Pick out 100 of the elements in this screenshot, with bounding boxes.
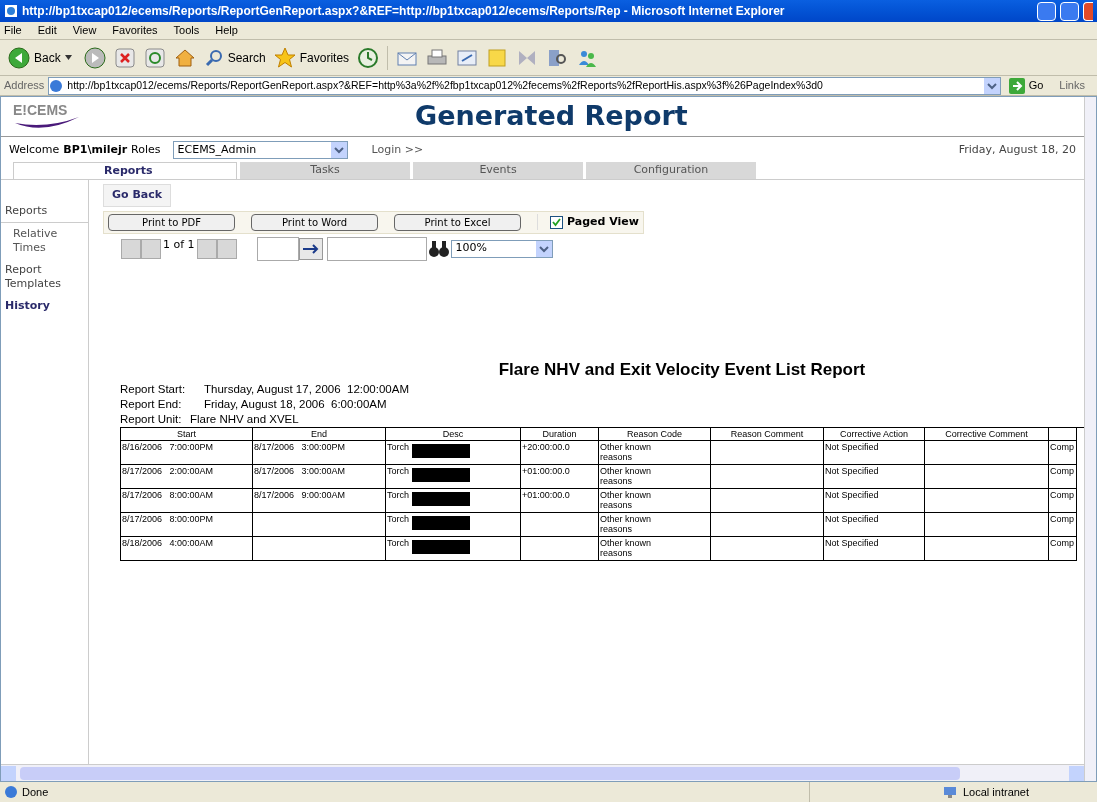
go-back-button[interactable]: Go Back (103, 184, 172, 207)
network-icon (943, 785, 959, 799)
info-value: Flare NHV and XVEL (190, 412, 299, 427)
table-cell: Other known reasons (599, 465, 711, 489)
caret-icon (64, 55, 72, 60)
redacted-block (412, 468, 470, 482)
table-cell: Not Specified (824, 465, 925, 489)
table-cell: Other known reasons (599, 537, 711, 561)
close-button[interactable] (1083, 1, 1093, 21)
stop-icon[interactable] (113, 46, 136, 69)
cell-text: Torch (387, 538, 409, 548)
table-cell: 8/17/2006 3:00:00AM (253, 465, 386, 489)
report-title: Flare NHV and Exit Velocity Event List Report (498, 358, 866, 381)
menu-item[interactable]: Tools (173, 22, 200, 39)
table-cell: Not Specified (824, 513, 925, 537)
menu-item[interactable]: File (4, 22, 22, 39)
tab[interactable]: Events (413, 162, 583, 179)
menu-item[interactable]: View (72, 22, 97, 39)
table-cell: 8/17/2006 9:00:00AM (253, 489, 386, 513)
menu-item[interactable]: Help (215, 22, 238, 39)
table-cell: Other known reasons (599, 441, 711, 465)
tab[interactable]: Configuration (586, 162, 756, 179)
find-field[interactable] (326, 236, 427, 261)
redacted-block (412, 540, 470, 554)
page-title: Generated Report (415, 99, 688, 134)
table-cell: 8/18/2006 4:00:00AM (121, 537, 253, 561)
minimize-button[interactable] (1037, 1, 1056, 21)
go-button[interactable]: Go (1004, 77, 1048, 94)
table-cell: 8/17/2006 8:00:00AM (121, 489, 253, 513)
column-header: Desc (386, 428, 521, 441)
print-button[interactable]: Print to PDF (108, 213, 235, 231)
welcome-label: Welcome (9, 141, 60, 158)
links-button[interactable]: Links (1051, 77, 1093, 94)
table-cell: +01:00:00.0 (521, 489, 599, 513)
column-header: Corrective Action (824, 428, 925, 441)
address-field[interactable]: http://bp1txcap012/ecems/Reports/ReportGenReport.aspx?&REF=http%3a%2f%2fbp1txcap012%2fecems%2fReports%2fReportHis.aspx%3f%26PageIndex%3d0 (48, 76, 1001, 95)
tab[interactable]: Reports (13, 162, 237, 179)
column-header: Corrective Comment (925, 428, 1049, 441)
back-button[interactable]: Back (4, 46, 76, 69)
cell-text: Torch (387, 466, 409, 476)
sidebar-item[interactable]: Report Templates (1, 259, 88, 295)
sidebar-item[interactable]: Reports (1, 200, 88, 223)
date-text: Friday, August 18, 20 (958, 141, 1076, 158)
sidebar-item[interactable]: Relative Times (1, 223, 88, 259)
column-header: Reason Comment (711, 428, 824, 441)
check-icon (552, 217, 561, 227)
print-button[interactable]: Print to Excel (394, 213, 521, 231)
roles-select[interactable]: ECEMS_Admin (172, 141, 348, 159)
note-icon[interactable] (486, 46, 509, 69)
page-number-field[interactable] (256, 236, 299, 261)
table-cell: +01:00:00.0 (521, 465, 599, 489)
status-text: Done (22, 784, 50, 800)
search-icon (203, 47, 224, 68)
table-cell: Not Specified (824, 489, 925, 513)
horizontal-scrollbar[interactable] (1, 764, 1084, 781)
column-header: Reason Code (599, 428, 711, 441)
paged-view-checkbox[interactable] (550, 215, 563, 229)
info-label: Report Unit: (120, 412, 183, 427)
user-name: BP1\milejr (63, 141, 128, 158)
info-value: Thursday, August 17, 2006 12:00:00AM (204, 382, 409, 397)
redacted-block (412, 492, 470, 506)
address-label: Address (4, 78, 45, 94)
table-cell: 8/17/2006 8:00:00PM (121, 513, 253, 537)
zoom-select[interactable]: 100% (450, 239, 553, 258)
table-cell: Comp (1049, 537, 1077, 561)
info-value: Friday, August 18, 2006 6:00:00AM (204, 397, 387, 412)
cell-text: Torch (387, 442, 409, 452)
redacted-block (412, 444, 470, 458)
page-icon (49, 78, 64, 93)
refresh-icon[interactable] (143, 46, 166, 69)
table-cell: Not Specified (824, 537, 925, 561)
tab[interactable]: Tasks (240, 162, 410, 179)
info-label: Report Start: (120, 382, 187, 397)
table-cell: Comp (1049, 441, 1077, 465)
binoculars-icon[interactable] (426, 238, 451, 259)
menu-item[interactable]: Edit (37, 22, 57, 39)
print-button[interactable]: Print to Word (251, 213, 378, 231)
column-header: Start (121, 428, 253, 441)
history-icon[interactable] (357, 46, 380, 69)
search-button[interactable]: Search (203, 47, 266, 68)
table-cell: 8/17/2006 2:00:00AM (121, 465, 253, 489)
redacted-block (412, 516, 470, 530)
menu-item[interactable]: Favorites (112, 22, 158, 39)
favorites-button[interactable]: Favorites (273, 46, 350, 69)
roles-label: Roles (131, 141, 161, 158)
zone-text: Local intranet (963, 784, 1031, 800)
login-link[interactable]: Login >> (371, 141, 424, 159)
table-cell: 8/17/2006 3:00:00PM (253, 441, 386, 465)
go-to-page-icon[interactable] (298, 237, 323, 260)
maximize-button[interactable] (1060, 1, 1079, 21)
column-header: End (253, 428, 386, 441)
sidebar-item[interactable]: History (1, 295, 88, 317)
page-count: 1 of 1 (162, 236, 196, 253)
table-cell: Not Specified (824, 441, 925, 465)
arrow-right-icon (1008, 77, 1025, 94)
browser-icon (4, 4, 18, 18)
swoosh-logo (13, 116, 81, 131)
cell-text: Torch (387, 514, 409, 524)
vertical-scrollbar[interactable] (1084, 97, 1096, 781)
table-cell: Comp (1049, 489, 1077, 513)
